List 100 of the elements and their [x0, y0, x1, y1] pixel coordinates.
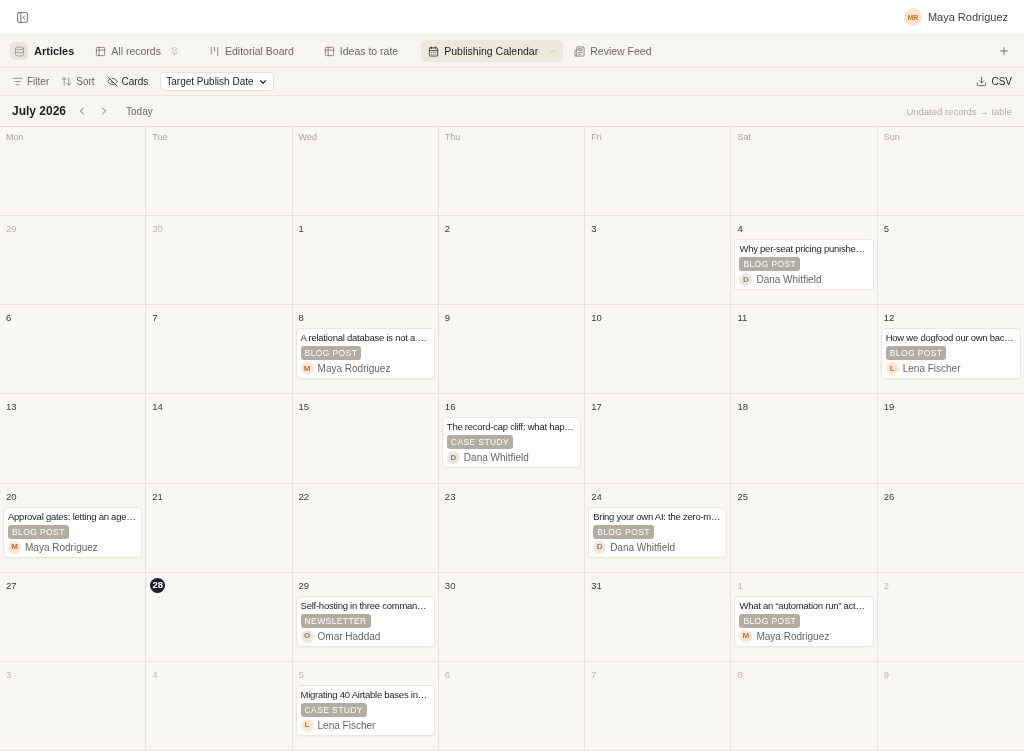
download-icon [976, 76, 988, 87]
base-name: Articles [34, 45, 75, 57]
event-title: Self-hosting in three comman… [300, 599, 427, 612]
day-number: 16 [444, 401, 456, 414]
database-icon [10, 42, 28, 60]
day-number: 12 [883, 312, 895, 325]
day-number: 6 [6, 312, 12, 325]
event-card[interactable]: How we dogfood our own bac… BLOG POST L Lena Fischer [880, 328, 1021, 380]
author-avatar: D [593, 540, 607, 554]
toolbar-button[interactable]: Sort [61, 74, 95, 89]
author-avatar: M [8, 540, 21, 554]
event-title: Bring your own AI: the zero-m… [593, 510, 721, 523]
day-number: 29 [298, 579, 310, 592]
filter-icon [12, 76, 23, 87]
view-tab[interactable]: Editorial Board [201, 40, 301, 62]
month-title: July 2026 [12, 104, 67, 118]
view-tab[interactable]: Review Feed [567, 40, 659, 62]
day-number: 7 [591, 668, 597, 681]
day-number: 1 [298, 223, 304, 236]
day-number: 5 [298, 668, 304, 681]
content-type-tag: BLOG POST [885, 346, 947, 361]
event-title: How we dogfood our own bac… [885, 332, 1014, 345]
day-number: 2 [444, 223, 451, 236]
content-type-tag: BLOG POST [300, 346, 362, 361]
day-number: 31 [591, 579, 602, 592]
author-name: Dana Whitfield [610, 540, 676, 554]
view-tab[interactable]: All records [88, 40, 186, 62]
board-icon [208, 45, 220, 57]
add-view-icon[interactable] [998, 45, 1010, 57]
day-number: 27 [6, 579, 17, 592]
weekday-label: Mon [6, 132, 24, 142]
day-number: 28 [150, 577, 166, 593]
day-number: 18 [737, 401, 748, 414]
event-title: The record-cap cliff: what hap… [446, 421, 574, 434]
table-icon [323, 45, 335, 57]
content-type-tag: BLOG POST [739, 613, 801, 628]
event-title: Approval gates: letting an age… [8, 510, 136, 523]
author-avatar: L [300, 718, 314, 732]
day-number: 30 [152, 223, 163, 236]
author-name: Lena Fischer [902, 362, 961, 376]
date-field-select[interactable]: Target Publish Date [160, 72, 274, 91]
day-number: 13 [6, 401, 17, 414]
author-name: Lena Fischer [317, 718, 376, 732]
sort-icon [61, 76, 73, 87]
event-title: A relational database is not a … [300, 332, 427, 345]
day-number: 29 [6, 223, 17, 236]
author-avatar: O [300, 629, 314, 643]
newspaper-icon [574, 45, 586, 57]
toolbar-button[interactable]: Filter [12, 74, 50, 89]
day-number: 20 [6, 490, 17, 503]
day-number: 30 [444, 579, 456, 592]
day-number: 3 [6, 668, 12, 681]
user-name: Maya Rodriguez [927, 11, 1008, 23]
table-icon [95, 45, 107, 57]
event-card[interactable]: What an “automation run” act… BLOG POST M Maya Rodriguez [734, 595, 874, 647]
day-number: 24 [591, 490, 602, 503]
author-avatar: M [300, 362, 314, 376]
author-avatar: D [446, 451, 460, 465]
content-type-tag: CASE STUDY [446, 435, 514, 450]
event-card[interactable]: A relational database is not a … BLOG POST M Maya Rodriguez [295, 328, 435, 380]
day-number: 9 [444, 312, 451, 325]
author-name: Maya Rodriguez [317, 362, 391, 376]
day-number: 8 [737, 668, 743, 681]
event-card[interactable]: Self-hosting in three comman… NEWSLETTER O Omar Haddad [295, 595, 435, 647]
view-tab[interactable]: Ideas to rate [316, 40, 406, 62]
sidebar-toggle-icon[interactable] [16, 10, 29, 24]
day-number: 1 [737, 579, 743, 592]
day-number: 11 [737, 312, 748, 325]
event-title: Migrating 40 Airtable bases in… [300, 688, 427, 701]
event-card[interactable]: Why per-seat pricing punishe… BLOG POST D Dana Whitfield [734, 239, 874, 291]
today-button[interactable]: Today [124, 103, 155, 119]
weekday-label: Thu [444, 132, 461, 142]
day-number: 23 [444, 490, 456, 503]
day-number: 7 [152, 312, 158, 325]
author-name: Maya Rodriguez [756, 629, 830, 643]
day-number: 4 [737, 223, 743, 236]
event-card[interactable]: Migrating 40 Airtable bases in… CASE STUDY L Lena Fischer [295, 684, 435, 736]
event-card[interactable]: The record-cap cliff: what hap… CASE STUDY D Dana Whitfield [441, 417, 582, 469]
day-number: 22 [298, 490, 310, 503]
toolbar-button[interactable]: Cards [106, 74, 149, 89]
weekday-label: Fri [591, 132, 602, 142]
event-card[interactable]: Bring your own AI: the zero-m… BLOG POST D Dana Whitfield [588, 506, 728, 558]
day-number: 10 [591, 312, 602, 325]
weekday-label: Sat [737, 132, 751, 142]
view-tab[interactable]: Publishing Calendar [421, 40, 564, 62]
author-name: Dana Whitfield [463, 451, 529, 465]
day-number: 26 [883, 490, 895, 503]
event-card[interactable]: Approval gates: letting an age… BLOG POST M Maya Rodriguez [3, 506, 143, 558]
weekday-label: Sun [883, 132, 900, 142]
author-avatar: L [885, 362, 899, 376]
content-type-tag: NEWSLETTER [300, 613, 371, 628]
author-avatar: D [739, 273, 753, 287]
day-number: 17 [591, 401, 602, 414]
weekday-label: Tue [152, 132, 168, 142]
content-type-tag: CASE STUDY [300, 702, 367, 717]
csv-export-button[interactable]: CSV [976, 74, 1012, 89]
day-number: 25 [737, 490, 748, 503]
eye-slash-icon [106, 76, 118, 87]
event-title: What an “automation run” act… [739, 599, 865, 612]
day-number: 19 [883, 401, 895, 414]
